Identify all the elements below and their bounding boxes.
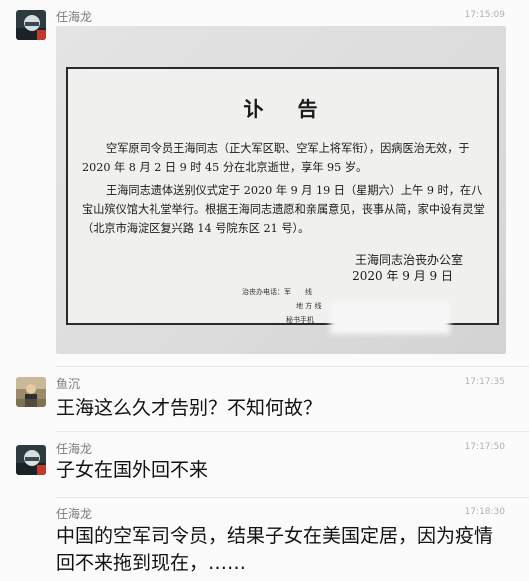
person-avatar-icon: [16, 377, 46, 407]
message-text: 子女在国外回不来: [56, 459, 209, 481]
chat-message: 任海龙 17:15:09 讣告 空军原司令员王海同志（正大军区职、空军上将军衔）…: [0, 0, 529, 360]
message-divider: [56, 366, 529, 367]
timestamp: 17:18:30: [464, 507, 505, 517]
timestamp: 17:17:50: [464, 442, 505, 452]
notice-paragraph-2: 王海同志遗体送别仪式定于 2020 年 9 月 19 日（星期六）上午 9 时，…: [82, 184, 485, 235]
sender-name: 鱼沉: [56, 377, 81, 391]
message-text: 中国的空军司令员，结果子女在美国定居，因为疫情回不来拖到现在，……: [56, 525, 494, 574]
obituary-image[interactable]: 讣告 空军原司令员王海同志（正大军区职、空军上将军衔），因病医治无效，于 202…: [56, 26, 506, 354]
obituary-notice: 讣告 空军原司令员王海同志（正大军区职、空军上将军衔），因病医治无效，于 202…: [66, 67, 499, 334]
sender-name: 任海龙: [56, 442, 93, 456]
notice-contact-local: 地 方 线: [296, 302, 322, 310]
avatar[interactable]: [16, 10, 46, 40]
message-divider: [56, 497, 529, 498]
notice-contact-secretary: 秘书手机: [286, 316, 314, 324]
avatar[interactable]: [16, 377, 46, 407]
notice-title: 讣告: [243, 97, 352, 121]
message-divider: [56, 431, 529, 432]
chat-message: 鱼沉 17:17:35 王海这么久才告别？不知何故？: [0, 368, 529, 430]
avatar[interactable]: [16, 445, 46, 475]
timestamp: 17:15:09: [464, 10, 505, 20]
timestamp: 17:17:35: [464, 377, 505, 387]
chat-message: 任海龙 17:18:30 中国的空军司令员，结果子女在美国定居，因为疫情回不来拖…: [0, 499, 529, 581]
notice-signatory: 王海同志治丧办公室: [354, 253, 463, 267]
notice-paragraph-1: 空军原司令员王海同志（正大军区职、空军上将军衔），因病医治无效，于 2020 年…: [82, 142, 470, 174]
notice-contact-phone: 治丧办电话：军 线: [242, 288, 312, 296]
chat-message: 任海龙 17:17:50 子女在国外回不来: [0, 433, 529, 497]
helmet-avatar-icon: [16, 445, 46, 475]
helmet-avatar-icon: [16, 10, 46, 40]
sender-name: 任海龙: [56, 10, 93, 24]
notice-date: 2020 年 9 月 9 日: [352, 269, 453, 283]
message-text: 王海这么久才告别？不知何故？: [56, 397, 323, 419]
sender-name: 任海龙: [56, 507, 93, 521]
redaction-blur: [330, 302, 450, 334]
